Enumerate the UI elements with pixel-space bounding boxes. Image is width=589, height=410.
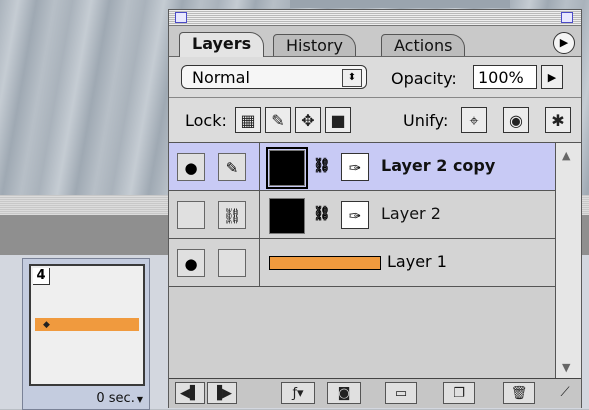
new-layer-button[interactable]: ❐ bbox=[443, 382, 475, 404]
new-layer-icon: ❐ bbox=[453, 386, 465, 401]
trash-icon: 🗑 bbox=[510, 386, 528, 401]
vector-mask-thumbnail[interactable]: ✑ bbox=[341, 201, 369, 229]
unify-style-button[interactable]: ✱ bbox=[545, 107, 571, 133]
tab-history[interactable]: History bbox=[273, 34, 356, 56]
column-divider bbox=[259, 191, 260, 239]
updown-arrows-icon: ⬍ bbox=[342, 69, 362, 87]
layer-name[interactable]: Layer 1 bbox=[387, 252, 447, 271]
eye-icon: ● bbox=[184, 159, 198, 177]
lock-position-button[interactable]: ✥ bbox=[295, 107, 321, 133]
layers-palette: Layers History Actions ▶ Normal ⬍ Opacit… bbox=[168, 9, 582, 408]
top-window-edge bbox=[290, 0, 510, 8]
layer-thumbnail[interactable] bbox=[269, 256, 381, 270]
fx-icon: ƒ▾ bbox=[292, 386, 304, 401]
animation-frame[interactable]: 4 ◆ 0 sec. ▼ bbox=[22, 258, 150, 410]
palette-titlebar[interactable] bbox=[169, 10, 581, 26]
layer-name[interactable]: Layer 2 copy bbox=[381, 156, 495, 175]
blend-row: Normal ⬍ Opacity: 100% ▶ bbox=[169, 57, 581, 98]
lock-image-button[interactable]: ✎ bbox=[265, 107, 291, 133]
padlock-icon: ■ bbox=[330, 111, 346, 130]
triangle-right-icon: ▶ bbox=[559, 36, 569, 49]
lock-label: Lock: bbox=[185, 111, 227, 130]
step-forward-icon: ▐▶ bbox=[212, 386, 232, 401]
tab-layers[interactable]: Layers bbox=[179, 32, 265, 57]
frame-delay-label: 0 sec. bbox=[96, 391, 135, 406]
opacity-slider-button[interactable]: ▶ bbox=[541, 65, 563, 89]
scroll-up-icon[interactable]: ▲ bbox=[562, 149, 570, 162]
chain-link-icon[interactable]: ⛓ bbox=[313, 206, 331, 222]
close-box-icon[interactable] bbox=[175, 12, 187, 23]
link-indicator[interactable]: ⛓ bbox=[218, 201, 246, 229]
layers-list: ● ✎ ⛓ ✑ Layer 2 copy ⛓ ⛓ ✑ Layer 2 ● Lay… bbox=[169, 143, 581, 378]
pen-icon: ✑ bbox=[348, 159, 362, 177]
brush-icon: ✎ bbox=[225, 159, 239, 177]
lock-all-button[interactable]: ■ bbox=[325, 107, 351, 133]
layer-row[interactable]: ● ✎ ⛓ ✑ Layer 2 copy bbox=[169, 143, 555, 191]
edit-indicator[interactable] bbox=[218, 249, 246, 277]
layer-name[interactable]: Layer 2 bbox=[381, 204, 441, 223]
unify-visibility-button[interactable]: ◉ bbox=[503, 107, 529, 133]
dropdown-triangle-icon: ▼ bbox=[136, 395, 143, 404]
visibility-toggle[interactable]: ● bbox=[177, 153, 205, 181]
resize-grip-icon[interactable]: ⟋ bbox=[553, 382, 577, 404]
frame-number: 4 bbox=[33, 268, 50, 285]
folder-icon: ▭ bbox=[394, 386, 408, 401]
step-back-icon: ◀▌ bbox=[180, 386, 200, 401]
tab-actions[interactable]: Actions bbox=[381, 34, 466, 56]
new-set-button[interactable]: ▭ bbox=[385, 382, 417, 404]
triangle-right-icon: ▶ bbox=[547, 71, 557, 84]
unify-label: Unify: bbox=[403, 111, 449, 130]
frame-marker-icon: ◆ bbox=[43, 320, 50, 330]
visibility-toggle[interactable] bbox=[177, 201, 205, 229]
layer-thumbnail[interactable] bbox=[269, 198, 305, 234]
column-divider bbox=[259, 143, 260, 191]
pen-icon: ✑ bbox=[348, 207, 362, 225]
chain-link-icon: ⛓ bbox=[222, 207, 242, 225]
opacity-input[interactable]: 100% bbox=[473, 65, 537, 89]
layer-thumbnail[interactable] bbox=[266, 147, 308, 189]
frame-delay-dropdown[interactable]: 0 sec. ▼ bbox=[96, 391, 143, 406]
column-divider bbox=[259, 239, 260, 287]
blend-mode-value: Normal bbox=[192, 68, 250, 87]
layer-row[interactable]: ⛓ ⛓ ✑ Layer 2 bbox=[169, 191, 555, 239]
frame-orange-bar bbox=[35, 318, 139, 331]
scroll-down-icon[interactable]: ▼ bbox=[562, 361, 570, 374]
visibility-toggle[interactable]: ● bbox=[177, 249, 205, 277]
opacity-label: Opacity: bbox=[391, 69, 457, 88]
delete-layer-button[interactable]: 🗑 bbox=[503, 382, 535, 404]
blend-mode-select[interactable]: Normal ⬍ bbox=[181, 65, 367, 89]
vector-mask-thumbnail[interactable]: ✑ bbox=[341, 153, 369, 181]
palette-tabs: Layers History Actions ▶ bbox=[169, 26, 581, 57]
eye-icon: ● bbox=[184, 255, 198, 273]
unify-position-icon: ⌖ bbox=[469, 111, 479, 130]
add-mask-button[interactable]: ◙ bbox=[327, 382, 361, 404]
layer-style-button[interactable]: ƒ▾ bbox=[281, 382, 315, 404]
move-arrows-icon: ✥ bbox=[301, 111, 315, 130]
mask-icon: ◙ bbox=[337, 386, 351, 401]
lock-transparency-button[interactable]: ▦ bbox=[235, 107, 261, 133]
edit-indicator[interactable]: ✎ bbox=[218, 153, 246, 181]
previous-frame-button[interactable]: ◀▌ bbox=[175, 382, 205, 404]
layers-scrollbar[interactable]: ▲ ▼ bbox=[555, 143, 581, 378]
unify-position-button[interactable]: ⌖ bbox=[461, 107, 487, 133]
lock-row: Lock: ▦ ✎ ✥ ■ Unify: ⌖ ◉ ✱ bbox=[169, 98, 581, 143]
frame-thumbnail[interactable]: 4 ◆ bbox=[29, 264, 145, 386]
palette-menu-button[interactable]: ▶ bbox=[553, 32, 575, 54]
zoom-box-icon[interactable] bbox=[561, 12, 573, 23]
unify-eye-icon: ◉ bbox=[509, 111, 523, 130]
unify-style-icon: ✱ bbox=[551, 111, 565, 130]
checker-icon: ▦ bbox=[240, 111, 256, 130]
palette-bottom-toolbar: ◀▌ ▐▶ ƒ▾ ◙ ▭ ❐ 🗑 ⟋ bbox=[169, 378, 581, 408]
next-frame-button[interactable]: ▐▶ bbox=[207, 382, 237, 404]
brush-icon: ✎ bbox=[271, 111, 285, 130]
chain-link-icon[interactable]: ⛓ bbox=[313, 158, 331, 174]
layer-row[interactable]: ● Layer 1 bbox=[169, 239, 555, 287]
